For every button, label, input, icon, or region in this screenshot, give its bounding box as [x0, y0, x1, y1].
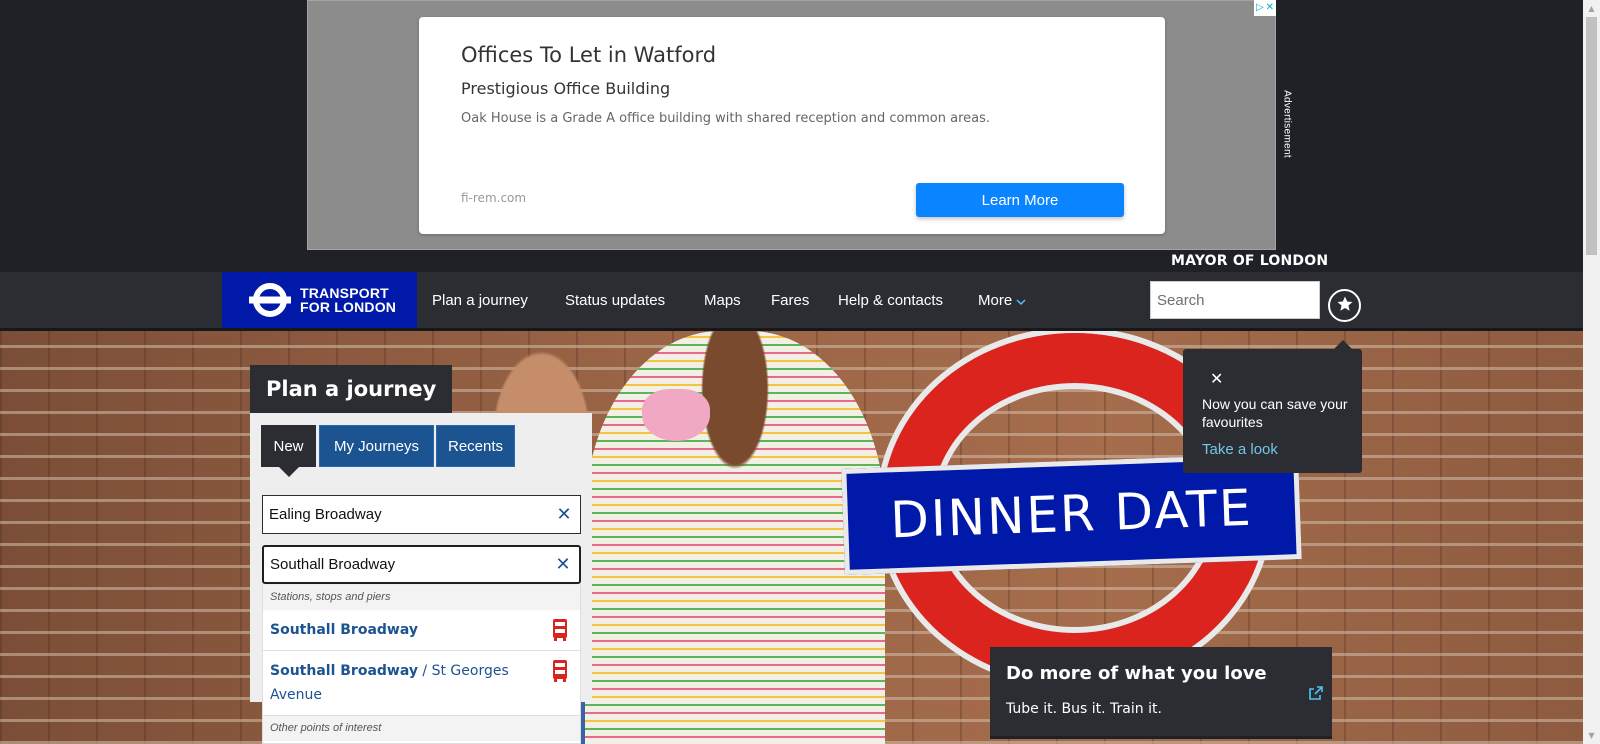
hero-face-mask [642, 389, 710, 441]
bus-icon [552, 659, 568, 691]
ad-title[interactable]: Offices To Let in Watford [461, 43, 716, 67]
tab-new[interactable]: New [261, 425, 316, 467]
suggestion-main: Southall Broadway [270, 663, 418, 679]
ad-subtitle: Prestigious Office Building [461, 79, 671, 98]
promo-title: Do more of what you love [1006, 663, 1267, 684]
scroll-up-icon[interactable]: ▲ [1583, 0, 1600, 17]
tab-recents[interactable]: Recents [436, 425, 515, 467]
ad-side-label: Advertisement [1281, 90, 1293, 158]
chevron-down-icon [1016, 292, 1026, 309]
clear-to-icon[interactable]: ✕ [547, 547, 579, 582]
hero-sign-text: DINNER DATE [889, 478, 1254, 550]
ad-description: Oak House is a Grade A office building w… [461, 111, 991, 126]
favourites-button[interactable] [1328, 289, 1361, 322]
mayor-of-london-label[interactable]: MAYOR OF LONDON [1171, 253, 1328, 269]
close-icon[interactable]: ✕ [1266, 3, 1274, 13]
ad-card[interactable]: Offices To Let in Watford Prestigious Of… [419, 17, 1165, 234]
favourites-tip-message: Now you can save your favourites [1202, 396, 1348, 430]
nav-fares[interactable]: Fares [771, 292, 809, 309]
nav-maps[interactable]: Maps [704, 292, 741, 309]
suggestion-group-poi: Other points of interest [263, 716, 580, 741]
site-search-input[interactable] [1150, 281, 1320, 319]
from-field[interactable]: ✕ [262, 495, 581, 534]
favourites-take-a-look-link[interactable]: Take a look [1202, 441, 1278, 458]
to-input[interactable] [264, 547, 547, 582]
suggestion-main: Southall Broadway [270, 622, 418, 638]
logo-line-2: FOR LONDON [300, 299, 397, 315]
hero-person-right [585, 331, 885, 744]
external-link-icon [1308, 685, 1324, 705]
tfl-logo[interactable]: TRANSPORT FOR LONDON [222, 272, 417, 328]
nav-help-contacts[interactable]: Help & contacts [838, 292, 943, 309]
plan-journey-heading: Plan a journey [250, 365, 453, 413]
ad-learn-more-button[interactable]: Learn More [916, 183, 1124, 217]
from-input[interactable] [263, 496, 548, 533]
tfl-roundel-icon [248, 283, 292, 317]
ad-choices[interactable]: ▷ ✕ [1254, 0, 1276, 16]
suggestion-item[interactable]: Southall Broadway / St Georges Avenue [263, 651, 580, 716]
scroll-down-icon[interactable]: ▼ [1583, 727, 1600, 744]
to-field[interactable]: ✕ [262, 545, 581, 584]
nav-status-updates[interactable]: Status updates [565, 292, 665, 309]
clear-from-icon[interactable]: ✕ [548, 496, 580, 533]
nav-plan-a-journey[interactable]: Plan a journey [432, 292, 528, 309]
star-icon [1336, 295, 1354, 317]
suggestion-separator: / [417, 663, 432, 679]
ad-domain: fi-rem.com [461, 191, 527, 205]
close-icon[interactable]: ✕ [1210, 369, 1223, 388]
bus-icon [552, 618, 568, 650]
active-tab-pointer [279, 467, 299, 477]
promo-subtitle: Tube it. Bus it. Train it. [1006, 701, 1162, 717]
promo-card[interactable]: Do more of what you love Tube it. Bus it… [990, 647, 1332, 739]
nav-more[interactable]: More [978, 292, 1026, 309]
advertisement-frame: Offices To Let in Watford Prestigious Of… [307, 0, 1276, 250]
scrollbar-thumb[interactable] [1586, 17, 1597, 255]
suggestion-item[interactable]: Southall Broadway [263, 610, 580, 651]
favourites-tip-arrow [1334, 340, 1352, 349]
page-scrollbar[interactable]: ▲ ▼ [1583, 0, 1600, 744]
tab-my-journeys[interactable]: My Journeys [319, 425, 434, 467]
suggestions-dropdown: Stations, stops and piers Southall Broad… [262, 585, 581, 744]
tfl-logo-text: TRANSPORT FOR LONDON [300, 286, 396, 314]
adchoices-icon[interactable]: ▷ [1256, 3, 1264, 13]
logo-line-1: TRANSPORT [300, 285, 389, 301]
nav-more-label: More [978, 292, 1013, 309]
suggestion-group-stations: Stations, stops and piers [263, 585, 580, 610]
